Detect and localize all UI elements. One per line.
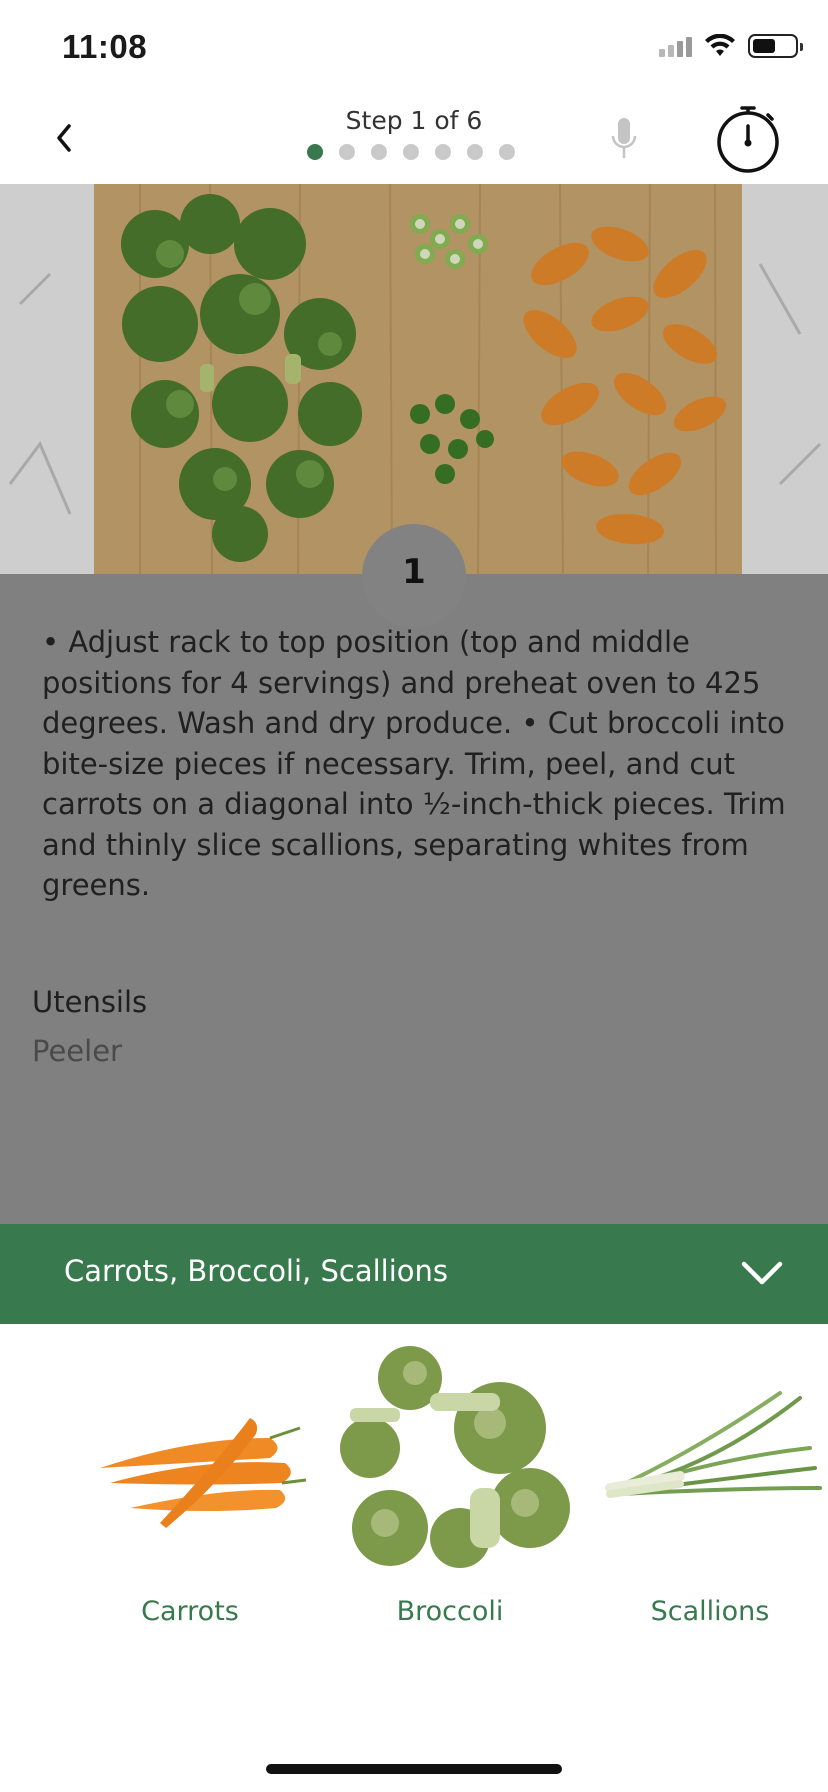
step-dot-3[interactable] — [371, 144, 387, 160]
ingredient-scallions[interactable]: Scallions — [580, 1324, 822, 1644]
step-title: Step 1 of 6 — [345, 106, 483, 135]
step-dot-5[interactable] — [435, 144, 451, 160]
ingredient-carrots[interactable]: Carrots — [60, 1324, 307, 1644]
utensils-value: Peeler — [32, 1034, 122, 1068]
ingredient-label: Carrots — [141, 1596, 239, 1627]
step-instructions: • Adjust rack to top position (top and m… — [42, 625, 786, 902]
step-progress-dots — [307, 144, 515, 160]
chevron-down-icon[interactable] — [738, 1252, 786, 1296]
step-header: Step 1 of 6 — [0, 92, 828, 184]
status-time: 11:08 — [62, 28, 148, 65]
scallions-image — [605, 1391, 822, 1498]
ingredient-label: Broccoli — [396, 1596, 504, 1627]
broccoli-image — [330, 1338, 570, 1578]
step-dot-7[interactable] — [499, 144, 515, 160]
step-hero-image — [0, 184, 828, 574]
status-icons — [659, 34, 803, 58]
ingredients-title: Carrots, Broccoli, Scallions — [64, 1254, 449, 1288]
ingredient-label: Scallions — [650, 1596, 770, 1627]
battery-icon — [748, 34, 803, 58]
timer-icon[interactable] — [712, 100, 784, 176]
ingredients-toggle-bar[interactable]: Carrots, Broccoli, Scallions — [0, 1224, 828, 1324]
step-dot-6[interactable] — [467, 144, 483, 160]
home-indicator[interactable] — [266, 1764, 562, 1774]
step-dot-1[interactable] — [307, 144, 323, 160]
wifi-icon — [705, 34, 735, 56]
step-dot-2[interactable] — [339, 144, 355, 160]
status-bar: 11:08 — [0, 0, 828, 92]
ingredients-panel: Carrots Broccoli Scallions — [0, 1324, 828, 1664]
utensils-label: Utensils — [32, 985, 148, 1019]
ingredient-broccoli[interactable]: Broccoli — [320, 1324, 570, 1644]
cellular-signal-icon — [659, 35, 692, 57]
microphone-icon[interactable] — [604, 116, 644, 162]
step-number-badge: 1 — [362, 524, 466, 628]
cutting-board-image — [0, 184, 828, 574]
step-dot-4[interactable] — [403, 144, 419, 160]
carrots-image — [100, 1418, 307, 1528]
